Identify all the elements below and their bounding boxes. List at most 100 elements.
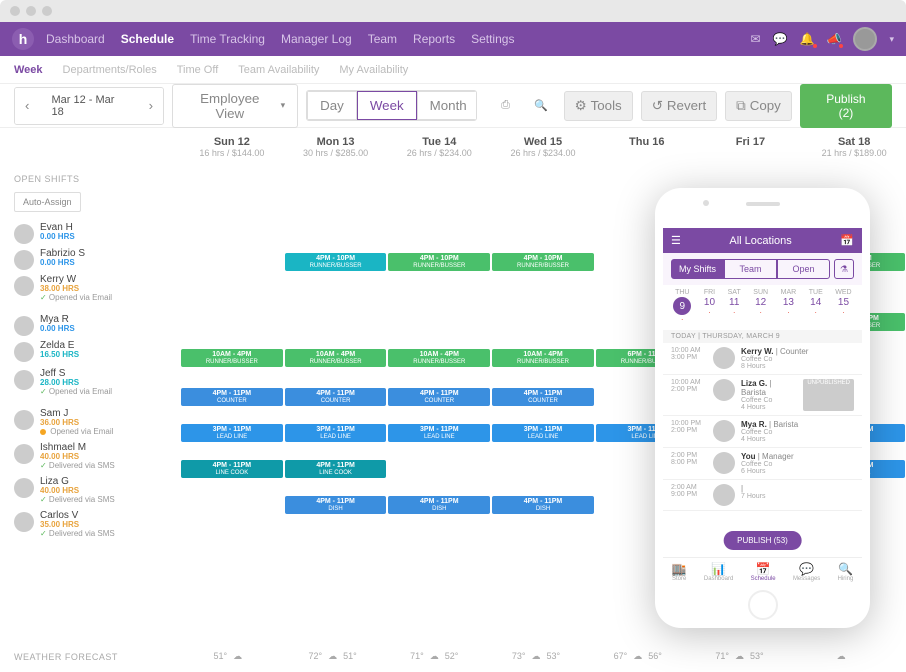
employee-row[interactable]: Mya R0.00 HRS [0, 312, 180, 338]
phone-nav-dashboard[interactable]: 📊Dashboard [704, 562, 733, 582]
date-range[interactable]: Mar 12 - Mar 18 [39, 88, 138, 124]
shift-block[interactable]: 4PM - 10PMRUNNER/BUSSER [388, 253, 490, 271]
day-cell[interactable]: 10AM - 4PMRUNNER/BUSSER [491, 349, 595, 367]
shift-block[interactable]: 4PM - 10PMRUNNER/BUSSER [285, 253, 387, 271]
mail-icon[interactable]: ✉ [751, 32, 761, 46]
shift-block[interactable]: 4PM - 11PMLINE COOK [285, 460, 387, 478]
day-cell[interactable]: 10AM - 4PMRUNNER/BUSSER [180, 349, 284, 367]
phone-shift-item[interactable]: 10:00 PM2:00 PMMya R. | BaristaCoffee Co… [663, 416, 862, 448]
user-menu-caret[interactable]: ▾ [889, 34, 894, 45]
employee-row[interactable]: Carlos V35.00 HRS✓ Delivered via SMS [0, 508, 180, 542]
shift-block[interactable]: 4PM - 11PMDISH [285, 496, 387, 514]
nav-item-manager-log[interactable]: Manager Log [281, 32, 352, 46]
day-cell[interactable]: 4PM - 11PMCOUNTER [491, 388, 595, 406]
window-close-dot[interactable] [10, 6, 20, 16]
day-cell[interactable]: 10AM - 4PMRUNNER/BUSSER [284, 349, 388, 367]
phone-shift-item[interactable]: 2:00 PM8:00 PMYou | ManagerCoffee Co6 Ho… [663, 448, 862, 480]
search-icon[interactable]: 🔍 [526, 93, 556, 118]
employee-row[interactable]: Jeff S28.00 HRS✓ Opened via Email [0, 366, 180, 406]
shift-block[interactable]: 3PM - 11PMLEAD LINE [388, 424, 490, 442]
day-cell[interactable]: 3PM - 11PMLEAD LINE [387, 424, 491, 442]
phone-publish-button[interactable]: PUBLISH (53) [723, 531, 802, 550]
tools-button[interactable]: ⚙ Tools [564, 91, 633, 121]
subnav-team-availability[interactable]: Team Availability [238, 64, 319, 76]
week-view-button[interactable]: Week [357, 91, 417, 120]
publish-button[interactable]: Publish (2) [800, 84, 892, 128]
phone-nav-schedule[interactable]: 📅Schedule [751, 562, 776, 582]
calendar-add-icon[interactable]: 📅 [840, 234, 854, 247]
phone-tab-my-shifts[interactable]: My Shifts [671, 259, 724, 279]
shift-block[interactable]: 4PM - 11PMCOUNTER [181, 388, 283, 406]
phone-day[interactable]: SUN12· [753, 289, 768, 324]
day-cell[interactable]: 4PM - 10PMRUNNER/BUSSER [284, 253, 388, 271]
phone-day[interactable]: FRI10· [704, 289, 715, 324]
subnav-my-availability[interactable]: My Availability [339, 64, 408, 76]
employee-row[interactable]: Zelda E16.50 HRS [0, 338, 180, 366]
phone-nav-hiring[interactable]: 🔍Hiring [838, 562, 854, 582]
phone-shift-item[interactable]: 10:00 AM3:00 PMKerry W. | CounterCoffee … [663, 343, 862, 375]
day-cell[interactable]: 4PM - 11PMDISH [284, 496, 388, 514]
phone-day[interactable]: SAT11· [728, 289, 741, 324]
shift-block[interactable]: 4PM - 10PMRUNNER/BUSSER [492, 253, 594, 271]
revert-button[interactable]: ↺ Revert [641, 91, 717, 121]
bell-icon[interactable]: 🔔 [800, 32, 815, 46]
nav-item-settings[interactable]: Settings [471, 32, 514, 46]
prev-button[interactable]: ‹ [15, 88, 39, 124]
phone-tab-team[interactable]: Team [724, 259, 777, 279]
filter-icon[interactable]: ⚗ [834, 259, 854, 279]
employee-row[interactable]: Liza G40.00 HRS✓ Delivered via SMS [0, 474, 180, 508]
subnav-departments-roles[interactable]: Departments/Roles [63, 64, 157, 76]
phone-day[interactable]: THU9· [673, 289, 691, 324]
day-cell[interactable]: 4PM - 11PMCOUNTER [387, 388, 491, 406]
user-avatar[interactable] [853, 27, 877, 51]
day-cell[interactable]: 4PM - 11PMDISH [491, 496, 595, 514]
window-min-dot[interactable] [26, 6, 36, 16]
nav-item-team[interactable]: Team [368, 32, 397, 46]
auto-assign-button[interactable]: Auto-Assign [14, 192, 81, 212]
employee-row[interactable]: Kerry W38.00 HRS✓ Opened via Email [0, 272, 180, 312]
next-button[interactable]: › [139, 88, 163, 124]
shift-block[interactable]: 3PM - 11PMLEAD LINE [492, 424, 594, 442]
day-cell[interactable]: 10AM - 4PMRUNNER/BUSSER [387, 349, 491, 367]
employee-row[interactable]: Ishmael M40.00 HRS✓ Delivered via SMS [0, 440, 180, 474]
employee-row[interactable]: Evan H0.00 HRS [0, 220, 180, 246]
day-cell[interactable]: 4PM - 11PMCOUNTER [180, 388, 284, 406]
day-view-button[interactable]: Day [307, 91, 357, 120]
shift-block[interactable]: 4PM - 11PMLINE COOK [181, 460, 283, 478]
day-cell[interactable]: 3PM - 11PMLEAD LINE [491, 424, 595, 442]
day-cell[interactable]: 4PM - 10PMRUNNER/BUSSER [491, 253, 595, 271]
window-max-dot[interactable] [42, 6, 52, 16]
home-button[interactable] [748, 590, 778, 620]
phone-nav-messages[interactable]: 💬Messages [793, 562, 820, 582]
shift-block[interactable]: 10AM - 4PMRUNNER/BUSSER [492, 349, 594, 367]
shift-block[interactable]: 4PM - 11PMDISH [388, 496, 490, 514]
menu-icon[interactable]: ☰ [671, 234, 681, 247]
employee-row[interactable]: Sam J36.00 HRS Opened via Email [0, 406, 180, 440]
phone-day[interactable]: MAR13· [781, 289, 797, 324]
nav-item-time-tracking[interactable]: Time Tracking [190, 32, 265, 46]
day-cell[interactable]: 4PM - 11PMCOUNTER [284, 388, 388, 406]
nav-item-reports[interactable]: Reports [413, 32, 455, 46]
month-view-button[interactable]: Month [417, 91, 478, 120]
copy-button[interactable]: ⧉ Copy [725, 91, 792, 121]
subnav-week[interactable]: Week [14, 64, 43, 76]
day-cell[interactable]: 3PM - 11PMLEAD LINE [180, 424, 284, 442]
day-cell[interactable]: 4PM - 11PMLINE COOK [284, 460, 388, 478]
shift-block[interactable]: 3PM - 11PMLEAD LINE [181, 424, 283, 442]
shift-block[interactable]: 4PM - 11PMCOUNTER [492, 388, 594, 406]
phone-tab-open[interactable]: Open [777, 259, 830, 279]
shift-block[interactable]: 4PM - 11PMDISH [492, 496, 594, 514]
shift-block[interactable]: 10AM - 4PMRUNNER/BUSSER [388, 349, 490, 367]
shift-block[interactable]: 10AM - 4PMRUNNER/BUSSER [181, 349, 283, 367]
megaphone-icon[interactable]: 📣 [827, 32, 842, 46]
phone-shift-item[interactable]: 10:00 AM2:00 PMLiza G. | BaristaCoffee C… [663, 375, 862, 416]
day-cell[interactable]: 4PM - 11PMLINE COOK [180, 460, 284, 478]
shift-block[interactable]: 4PM - 11PMCOUNTER [388, 388, 490, 406]
nav-item-schedule[interactable]: Schedule [121, 32, 174, 46]
shift-block[interactable]: 10AM - 4PMRUNNER/BUSSER [285, 349, 387, 367]
phone-shift-item[interactable]: 2:00 AM9:00 PM | 7 Hours [663, 480, 862, 511]
employee-row[interactable]: Fabrizio S0.00 HRS [0, 246, 180, 272]
shift-block[interactable]: 4PM - 11PMCOUNTER [285, 388, 387, 406]
subnav-time-off[interactable]: Time Off [177, 64, 219, 76]
day-cell[interactable]: 4PM - 11PMDISH [387, 496, 491, 514]
